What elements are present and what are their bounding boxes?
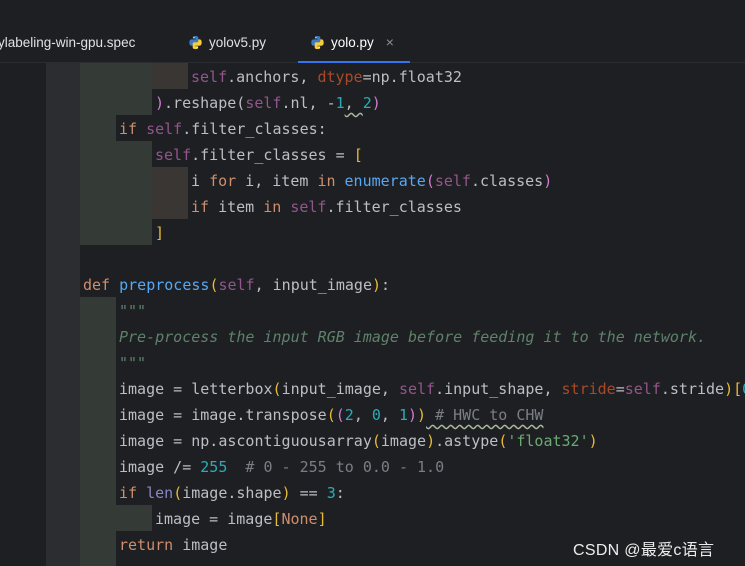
- docstring: Pre-process the input RGB image before f…: [119, 328, 706, 346]
- tab-label: yolo.py: [331, 34, 374, 50]
- code-area[interactable]: self.anchors, dtype=np.float32 ).reshape…: [0, 63, 745, 566]
- code-line: def preprocess(self, input_image):: [83, 276, 391, 294]
- code-line: self.anchors, dtype=np.float32: [191, 68, 462, 86]
- code-line: if item in self.filter_classes: [191, 198, 462, 216]
- code-line: return image: [119, 536, 228, 554]
- indent-guide: [116, 63, 152, 115]
- python-icon: [189, 35, 202, 49]
- indent-guide: [80, 297, 116, 566]
- code-line: i for i, item in enumerate(self.classes): [191, 172, 553, 190]
- code-line: if len(image.shape) == 3:: [119, 484, 345, 502]
- code-line: if self.filter_classes:: [119, 120, 327, 138]
- watermark: CSDN @最爱c语言: [573, 542, 715, 559]
- indent-guide: [80, 63, 116, 245]
- close-tab-icon[interactable]: ×: [386, 34, 394, 50]
- docstring: """: [119, 302, 147, 320]
- python-icon: [311, 35, 324, 49]
- code-line: self.filter_classes = [: [155, 146, 363, 164]
- tab-yolov5[interactable]: yolov5.py: [188, 21, 266, 63]
- tab-ylabeling-spec[interactable]: ylabeling-win-gpu.spec: [0, 21, 135, 63]
- indent-guide: [152, 63, 188, 89]
- code-line: image = letterbox(input_image, self.inpu…: [119, 380, 745, 398]
- code-line: image = np.ascontiguousarray(image).asty…: [119, 432, 598, 450]
- tab-label: yolov5.py: [209, 34, 267, 50]
- indent-guide: [116, 505, 152, 531]
- code-editor[interactable]: self.anchors, dtype=np.float32 ).reshape…: [0, 63, 745, 566]
- code-line: image /= 255 # 0 - 255 to 0.0 - 1.0: [119, 458, 445, 476]
- tab-yolo[interactable]: yolo.py ×: [298, 21, 410, 64]
- tab-label: ylabeling-win-gpu.spec: [0, 34, 136, 50]
- indent-guide: [152, 167, 188, 219]
- editor-tab-bar: ylabeling-win-gpu.spec yolov5.py yolo.py…: [0, 21, 745, 64]
- docstring: """: [119, 354, 147, 372]
- code-line: ).reshape(self.nl, -1, 2): [155, 94, 381, 112]
- code-line: image = image[None]: [155, 510, 327, 528]
- code-line: ]: [155, 224, 165, 242]
- code-line: image = image.transpose((2, 0, 1)) # HWC…: [119, 406, 544, 424]
- indent-guide: [116, 141, 152, 245]
